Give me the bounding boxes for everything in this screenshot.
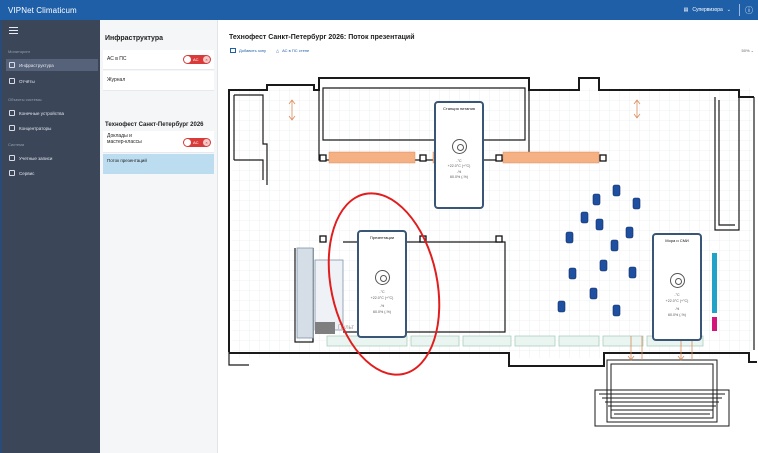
sidebar-item-devices[interactable]: Конечные устройства — [6, 107, 98, 119]
infrastructure-panel: Инфраструктура АС в ПС АС × Журнал Техно… — [100, 20, 218, 453]
tree-item-talks[interactable]: Доклады и мастер-классы АС × — [103, 131, 214, 153]
hum-value: 60.0% (-%) — [668, 313, 686, 317]
close-icon: × — [203, 56, 210, 63]
tree-item-label: Доклады и мастер-классы — [107, 133, 142, 145]
sidebar-item-infrastructure[interactable]: Инфраструктура — [6, 59, 98, 71]
sidebar-item-accounts[interactable]: Учетные записи — [6, 152, 98, 164]
sidebar-item-label: Учетные записи — [19, 155, 53, 161]
top-bar-right: ▤ Супервизора ⌄ ⓘ — [676, 0, 758, 20]
sidebar-item-hubs[interactable]: Концентраторы — [6, 122, 98, 134]
sensor-icon — [451, 139, 467, 154]
hum-label: -% — [456, 170, 462, 174]
tree-item-label: Журнал — [107, 77, 126, 83]
sidebar-item-label: Конечные устройства — [19, 110, 64, 116]
app-title: VIPNet Climaticum — [8, 5, 77, 15]
ac-toggle[interactable]: АС × — [183, 55, 211, 64]
sidebar-item-label: Отчёты — [19, 78, 35, 84]
close-icon: × — [203, 139, 210, 146]
sidebar-item-label: Концентраторы — [19, 125, 52, 131]
sensor-icon — [669, 273, 685, 288]
toggle-knob — [184, 56, 191, 63]
sidebar-section-objects: Объекты системы — [8, 97, 42, 102]
sidebar-item-service[interactable]: Сервис — [6, 167, 98, 179]
temp-label: -°С — [456, 159, 462, 163]
info-icon[interactable]: ⓘ — [740, 5, 758, 16]
console — [315, 322, 335, 334]
hum-value: 60.0% (-%) — [450, 175, 468, 179]
sensor-card[interactable]: Мора и СМИ -°С +22.0°С (+°С) -% 60.0% (-… — [652, 233, 702, 341]
sensor-name: Мора и СМИ — [665, 238, 689, 243]
tree-item-ac[interactable]: АС в ПС АС × — [103, 50, 214, 70]
sidebar-section-system: Система — [8, 142, 25, 147]
floor-plan-area: Технофест Санкт-Петербург 2026: Поток пр… — [219, 20, 758, 453]
top-bar: VIPNet Climaticum ▤ Супервизора ⌄ ⓘ — [0, 0, 758, 20]
tree-item-journal[interactable]: Журнал — [103, 71, 214, 91]
device-icon — [9, 110, 15, 116]
tree-group-title: Технофест Санкт-Петербург 2026 — [105, 122, 204, 128]
panel-title: Инфраструктура — [105, 35, 164, 42]
sensor-card[interactable]: Станция питания -°С +22.0°С (+°С) -% 60.… — [434, 101, 484, 209]
sidebar-section-monitoring: Мониторинг — [8, 49, 31, 54]
tree-item-label: Поток презентаций — [107, 158, 147, 163]
sidebar: Мониторинг Инфраструктура Отчёты Объекты… — [2, 20, 100, 453]
building-icon — [9, 62, 15, 68]
tree-item-presentations[interactable]: Поток презентаций — [103, 154, 214, 174]
temp-label: -°С — [674, 293, 680, 297]
menu-icon[interactable] — [9, 27, 18, 35]
talks-toggle[interactable]: АС × — [183, 138, 211, 147]
sidebar-item-label: Инфраструктура — [19, 62, 54, 68]
wall-strips — [712, 253, 717, 331]
sidebar-item-label: Сервис — [19, 170, 35, 176]
wrench-icon — [9, 170, 15, 176]
hub-icon — [9, 125, 15, 131]
toggle-label: АС — [193, 140, 199, 145]
tree-item-label: АС в ПС — [107, 56, 127, 62]
sensor-name: Станция питания — [443, 106, 475, 111]
toggle-label: АС — [193, 57, 199, 62]
toggle-knob — [184, 139, 191, 146]
temp-value: +22.0°С (+°С) — [665, 299, 689, 303]
user-icon — [9, 155, 15, 161]
report-icon — [9, 78, 15, 84]
user-icon: ▤ — [683, 7, 689, 13]
chevron-down-icon: ⌄ — [726, 7, 731, 13]
sidebar-item-reports[interactable]: Отчёты — [6, 75, 98, 87]
hum-label: -% — [674, 307, 680, 311]
temp-value: +22.0°С (+°С) — [447, 164, 471, 168]
user-menu[interactable]: ▤ Супервизора ⌄ — [676, 7, 739, 13]
stairs — [594, 359, 730, 427]
user-name: Супервизора — [692, 7, 723, 13]
